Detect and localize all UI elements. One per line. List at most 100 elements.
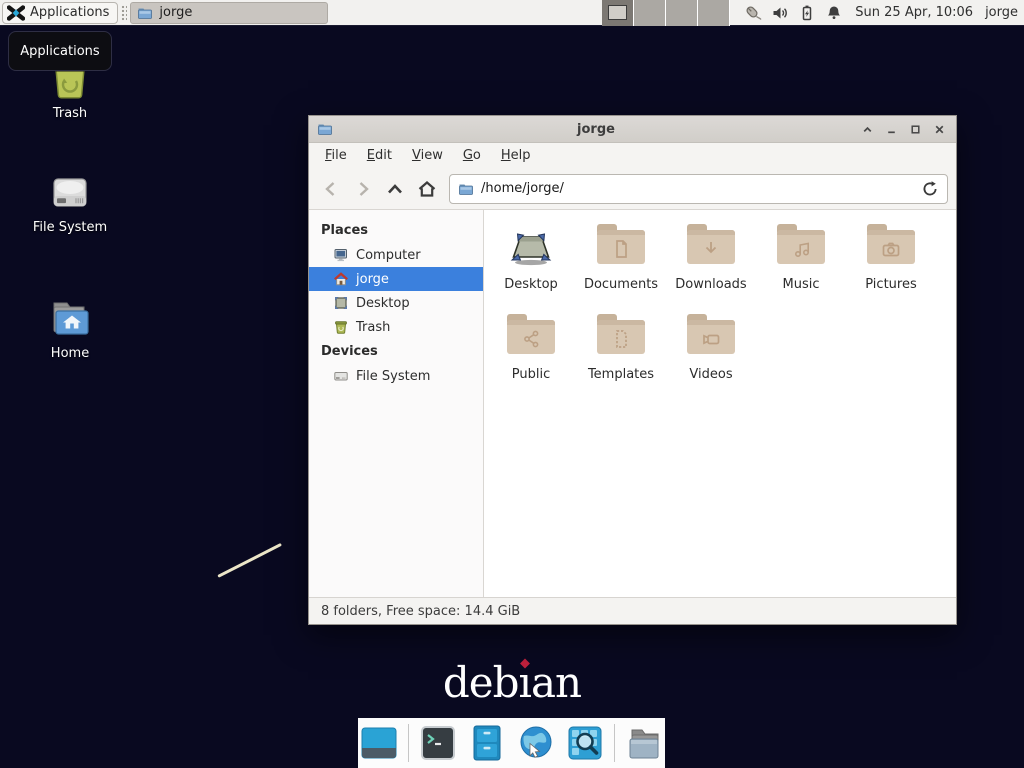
dock-directory-menu-icon[interactable] bbox=[624, 723, 664, 763]
top-panel: Applications jorge Sun 25 Apr, 10:06 jor… bbox=[0, 0, 1024, 26]
folder-grid: Desktop Documents Downloads Music Pictures Pu… bbox=[484, 210, 956, 597]
workspace-3[interactable] bbox=[666, 0, 698, 26]
folder-label: Documents bbox=[584, 277, 658, 292]
folder-downloads[interactable]: Downloads bbox=[666, 222, 756, 312]
panel-user-label[interactable]: jorge bbox=[985, 5, 1018, 20]
sidebar-item-label: File System bbox=[356, 369, 430, 384]
folder-icon bbox=[867, 222, 915, 270]
computer16-icon bbox=[333, 247, 349, 263]
drive16-icon bbox=[333, 368, 349, 384]
back-button[interactable] bbox=[317, 175, 345, 203]
bell-icon[interactable] bbox=[825, 4, 843, 22]
volume-icon[interactable] bbox=[771, 4, 789, 22]
workspace-window-miniature bbox=[608, 5, 627, 20]
folder-icon bbox=[137, 5, 153, 21]
desktop-icon-home[interactable]: Home bbox=[28, 294, 112, 361]
taskbar-window-label: jorge bbox=[159, 5, 192, 20]
toolbar: /home/jorge/ bbox=[309, 168, 956, 210]
desktop-icon-label: Home bbox=[51, 346, 89, 361]
folder-public[interactable]: Public bbox=[486, 312, 576, 402]
file-manager-window: jorge FileEditViewGoHelp /home/jorge/ Pl… bbox=[308, 115, 957, 625]
menu-file[interactable]: File bbox=[317, 146, 355, 165]
sidebar-item-desktop[interactable]: Desktop bbox=[309, 291, 483, 315]
folder-videos[interactable]: Videos bbox=[666, 312, 756, 402]
menu-edit[interactable]: Edit bbox=[359, 146, 400, 165]
tooltip-text: Applications bbox=[20, 44, 99, 59]
applications-menu-button[interactable]: Applications bbox=[2, 2, 118, 24]
sidebar: PlacesComputerjorgeDesktopTrashDevicesFi… bbox=[309, 210, 484, 597]
sidebar-item-label: jorge bbox=[356, 272, 389, 287]
sidebar-item-trash[interactable]: Trash bbox=[309, 315, 483, 339]
dock-show-desktop-icon[interactable] bbox=[359, 723, 399, 763]
dock-file-cabinet-icon[interactable] bbox=[467, 723, 507, 763]
window-titlebar[interactable]: jorge bbox=[309, 116, 956, 143]
workspace-pager bbox=[602, 0, 730, 26]
menu-view[interactable]: View bbox=[404, 146, 451, 165]
applications-label: Applications bbox=[30, 5, 109, 20]
trash16-icon bbox=[333, 319, 349, 335]
desktop-folder-icon bbox=[507, 222, 555, 270]
folder-label: Desktop bbox=[504, 277, 558, 292]
forward-button[interactable] bbox=[349, 175, 377, 203]
window-title: jorge bbox=[339, 122, 853, 137]
status-bar: 8 folders, Free space: 14.4 GiB bbox=[309, 597, 956, 624]
menu-help[interactable]: Help bbox=[493, 146, 539, 165]
sidebar-header-places: Places bbox=[309, 218, 483, 243]
dock-terminal-icon[interactable] bbox=[418, 723, 458, 763]
folder-desktop[interactable]: Desktop bbox=[486, 222, 576, 312]
path-folder-icon bbox=[458, 181, 474, 197]
dock-separator bbox=[408, 724, 409, 762]
home16-icon bbox=[333, 271, 349, 287]
debian-logo: debıan bbox=[0, 658, 1024, 707]
folder-label: Public bbox=[512, 367, 550, 382]
shade-button[interactable] bbox=[859, 121, 876, 138]
sidebar-item-label: Trash bbox=[356, 320, 390, 335]
folder-icon bbox=[507, 312, 555, 360]
mouse-icon[interactable] bbox=[744, 4, 762, 22]
sidebar-item-label: Desktop bbox=[356, 296, 410, 311]
window-controls bbox=[859, 121, 948, 138]
folder-icon bbox=[597, 312, 645, 360]
menu-go[interactable]: Go bbox=[455, 146, 489, 165]
panel-clock[interactable]: Sun 25 Apr, 10:06 bbox=[855, 5, 973, 20]
dock-app-finder-icon[interactable] bbox=[565, 723, 605, 763]
folder-label: Pictures bbox=[865, 277, 916, 292]
folder-pictures[interactable]: Pictures bbox=[846, 222, 936, 312]
applications-icon bbox=[7, 4, 25, 22]
menu-bar: FileEditViewGoHelp bbox=[309, 143, 956, 168]
workspace-4[interactable] bbox=[698, 0, 730, 26]
desktop-icon-filesystem[interactable]: File System bbox=[28, 168, 112, 235]
folder-icon bbox=[597, 222, 645, 270]
home-icon bbox=[46, 294, 94, 342]
applications-tooltip: Applications bbox=[8, 31, 112, 71]
path-bar[interactable]: /home/jorge/ bbox=[449, 174, 948, 204]
folder-templates[interactable]: Templates bbox=[576, 312, 666, 402]
battery-icon[interactable] bbox=[798, 4, 816, 22]
up-button[interactable] bbox=[381, 175, 409, 203]
folder-music[interactable]: Music bbox=[756, 222, 846, 312]
taskbar-window-button[interactable]: jorge bbox=[130, 2, 328, 24]
folder-label: Templates bbox=[588, 367, 654, 382]
sidebar-item-jorge[interactable]: jorge bbox=[309, 267, 483, 291]
folder-documents[interactable]: Documents bbox=[576, 222, 666, 312]
panel-separator-handle bbox=[121, 5, 127, 21]
desktop16-icon bbox=[333, 295, 349, 311]
logo-text-post: an bbox=[531, 658, 581, 707]
close-button[interactable] bbox=[931, 121, 948, 138]
sidebar-item-computer[interactable]: Computer bbox=[309, 243, 483, 267]
minimize-button[interactable] bbox=[883, 121, 900, 138]
sidebar-item-label: Computer bbox=[356, 248, 421, 263]
maximize-button[interactable] bbox=[907, 121, 924, 138]
workspace-2[interactable] bbox=[634, 0, 666, 26]
sidebar-item-file-system[interactable]: File System bbox=[309, 364, 483, 388]
folder-label: Music bbox=[783, 277, 820, 292]
reload-button[interactable] bbox=[921, 180, 939, 198]
home-button[interactable] bbox=[413, 175, 441, 203]
path-text: /home/jorge/ bbox=[481, 181, 564, 196]
folder-icon bbox=[687, 222, 735, 270]
desktop-icon-label: File System bbox=[33, 220, 107, 235]
dock bbox=[358, 718, 665, 768]
dock-web-browser-icon[interactable] bbox=[516, 723, 556, 763]
nav-buttons bbox=[317, 175, 441, 203]
workspace-1[interactable] bbox=[602, 0, 634, 26]
